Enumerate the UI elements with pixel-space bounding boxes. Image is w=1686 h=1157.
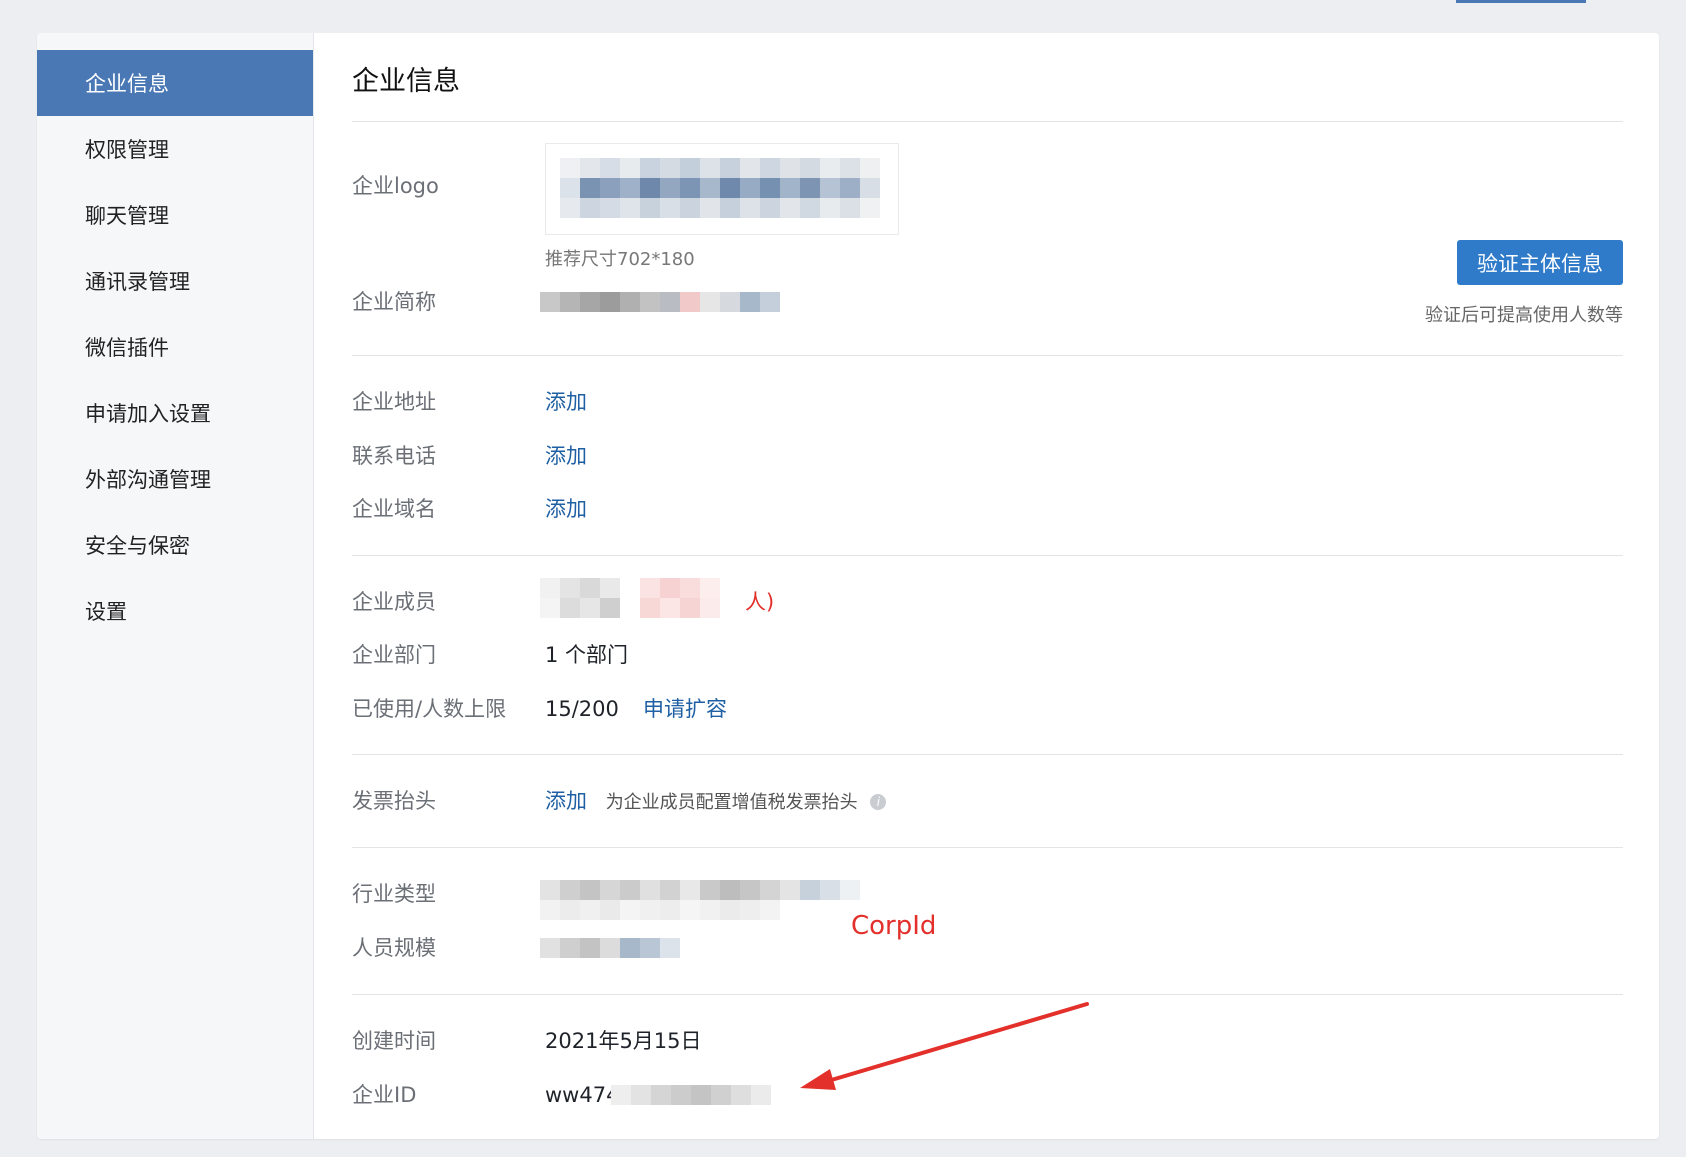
annotation-arrow-icon [800,1002,1089,1090]
